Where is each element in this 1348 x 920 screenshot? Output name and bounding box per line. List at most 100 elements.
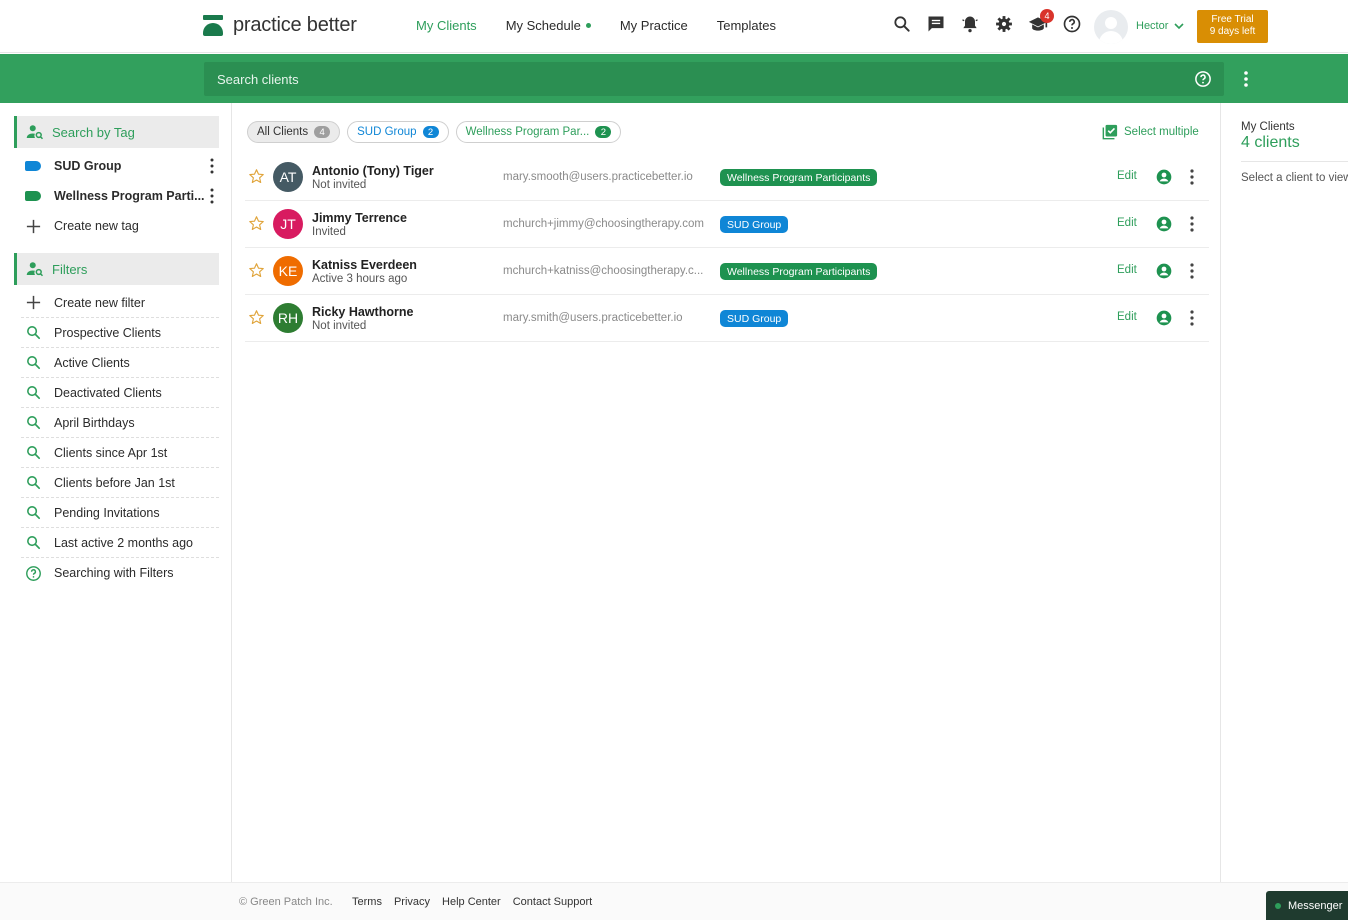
client-email: mchurch+katniss@choosingtherapy.c...: [503, 265, 704, 277]
more-options-icon[interactable]: [1188, 263, 1196, 279]
graduation-cap-icon[interactable]: 4: [1028, 9, 1054, 34]
help-circle-icon: [24, 564, 42, 582]
client-name[interactable]: Antonio (Tony) Tiger: [312, 164, 434, 178]
search-clients-input[interactable]: [217, 62, 1177, 96]
client-avatar[interactable]: JT: [273, 209, 303, 239]
chip-label: SUD Group: [357, 126, 417, 138]
more-options-icon[interactable]: [1188, 169, 1196, 185]
more-options-icon[interactable]: [1188, 310, 1196, 326]
messenger-label: Messenger: [1288, 900, 1343, 912]
more-options-icon[interactable]: [209, 188, 215, 204]
client-status: Not invited: [312, 320, 367, 332]
sidebar-filter-item[interactable]: April Birthdays: [21, 408, 219, 438]
client-email: mary.smith@users.practicebetter.io: [503, 312, 683, 324]
select-multiple-button[interactable]: Select multiple: [1102, 124, 1199, 140]
copyright: © Green Patch Inc.: [239, 896, 333, 908]
help-circle-icon[interactable]: [1194, 70, 1212, 88]
footer-link-contact-support[interactable]: Contact Support: [513, 896, 593, 908]
search-icon[interactable]: [892, 14, 912, 34]
star-icon[interactable]: [248, 168, 265, 185]
client-status: Not invited: [312, 179, 367, 191]
create-new-tag-button[interactable]: Create new tag: [21, 211, 219, 241]
client-row[interactable]: KE Katniss Everdeen Active 3 hours ago mchu…: [245, 248, 1209, 295]
client-name[interactable]: Jimmy Terrence: [312, 211, 407, 225]
filter-label: Deactivated Clients: [54, 385, 162, 400]
create-tag-label: Create new tag: [54, 219, 139, 233]
edit-client-button[interactable]: Edit: [1117, 264, 1137, 276]
nav-my-schedule[interactable]: My Schedule: [506, 18, 591, 33]
search-icon: [24, 504, 42, 522]
sidebar-filter-item[interactable]: Last active 2 months ago: [21, 528, 219, 558]
chip-all-clients[interactable]: All Clients 4: [247, 121, 341, 143]
sidebar-tag-sud-group[interactable]: SUD Group: [21, 151, 219, 181]
free-trial-button[interactable]: Free Trial 9 days left: [1197, 10, 1268, 43]
section-title: Filters: [52, 261, 88, 277]
sidebar-filter-item[interactable]: Clients before Jan 1st: [21, 468, 219, 498]
client-name[interactable]: Katniss Everdeen: [312, 258, 417, 272]
sidebar-filter-item[interactable]: Deactivated Clients: [21, 378, 219, 408]
search-icon: [24, 474, 42, 492]
star-icon[interactable]: [248, 215, 265, 232]
star-icon[interactable]: [248, 309, 265, 326]
help-icon[interactable]: [1062, 14, 1082, 34]
client-avatar[interactable]: AT: [273, 162, 303, 192]
filters-header[interactable]: Filters: [14, 253, 219, 285]
client-tag-badge[interactable]: SUD Group: [720, 310, 789, 327]
client-tag-badge[interactable]: Wellness Program Participants: [720, 169, 878, 186]
client-avatar[interactable]: KE: [273, 256, 303, 286]
more-options-icon[interactable]: [1238, 69, 1254, 89]
bell-icon[interactable]: [960, 14, 980, 34]
top-navigation: practice better My Clients My Schedule M…: [0, 0, 1348, 53]
edit-client-button[interactable]: Edit: [1117, 170, 1137, 182]
chip-wellness-program[interactable]: Wellness Program Par... 2: [455, 121, 622, 143]
client-row[interactable]: AT Antonio (Tony) Tiger Not invited mary.sm…: [245, 154, 1209, 201]
edit-client-button[interactable]: Edit: [1117, 217, 1137, 229]
nav-templates[interactable]: Templates: [717, 18, 776, 33]
nav-my-clients[interactable]: My Clients: [416, 18, 477, 33]
create-new-filter-button[interactable]: Create new filter: [21, 288, 219, 318]
gear-icon[interactable]: [994, 14, 1014, 34]
sidebar-filter-item[interactable]: Active Clients: [21, 348, 219, 378]
sidebar-tag-wellness-program[interactable]: Wellness Program Parti...: [21, 181, 219, 211]
chip-sud-group[interactable]: SUD Group 2: [347, 121, 449, 143]
client-profile-icon[interactable]: [1156, 216, 1172, 232]
client-email: mary.smooth@users.practicebetter.io: [503, 171, 693, 183]
footer-link-privacy[interactable]: Privacy: [394, 896, 430, 908]
avatar-initials: KE: [278, 263, 298, 279]
more-options-icon[interactable]: [1188, 216, 1196, 232]
user-menu[interactable]: Hector: [1136, 20, 1184, 32]
star-icon[interactable]: [248, 262, 265, 279]
chat-icon[interactable]: [926, 14, 946, 34]
nav-my-practice[interactable]: My Practice: [620, 18, 688, 33]
client-profile-icon[interactable]: [1156, 169, 1172, 185]
search-by-tag-header[interactable]: Search by Tag: [14, 116, 219, 148]
footer-link-help-center[interactable]: Help Center: [442, 896, 501, 908]
client-tag-badge[interactable]: Wellness Program Participants: [720, 263, 878, 280]
messenger-button[interactable]: Messenger: [1266, 891, 1348, 920]
more-options-icon[interactable]: [209, 158, 215, 174]
client-tag-badge[interactable]: SUD Group: [720, 216, 789, 233]
client-name[interactable]: Ricky Hawthorne: [312, 305, 413, 319]
client-avatar[interactable]: RH: [273, 303, 303, 333]
trial-line1: Free Trial: [1211, 14, 1254, 25]
brand-logo[interactable]: practice better: [203, 14, 357, 37]
client-profile-icon[interactable]: [1156, 310, 1172, 326]
sidebar-filter-item[interactable]: Prospective Clients: [21, 318, 219, 348]
avatar-initials: AT: [279, 169, 297, 185]
user-avatar[interactable]: [1094, 10, 1128, 44]
client-profile-icon[interactable]: [1156, 263, 1172, 279]
chip-count: 2: [422, 126, 439, 138]
plus-icon: [24, 217, 42, 235]
client-status: Invited: [312, 226, 346, 238]
client-row[interactable]: JT Jimmy Terrence Invited mchurch+jimmy@cho…: [245, 201, 1209, 248]
client-row[interactable]: RH Ricky Hawthorne Not invited mary.smith@u…: [245, 295, 1209, 342]
searching-with-filters-link[interactable]: Searching with Filters: [21, 558, 219, 588]
filter-label: Pending Invitations: [54, 505, 160, 520]
edit-client-button[interactable]: Edit: [1117, 311, 1137, 323]
sidebar-filter-item[interactable]: Clients since Apr 1st: [21, 438, 219, 468]
sidebar-filter-item[interactable]: Pending Invitations: [21, 498, 219, 528]
footer-link-terms[interactable]: Terms: [352, 896, 382, 908]
avatar-initials: RH: [277, 310, 299, 326]
client-search-bar: [0, 54, 1348, 103]
panel-hint: Select a client to view: [1241, 172, 1348, 184]
